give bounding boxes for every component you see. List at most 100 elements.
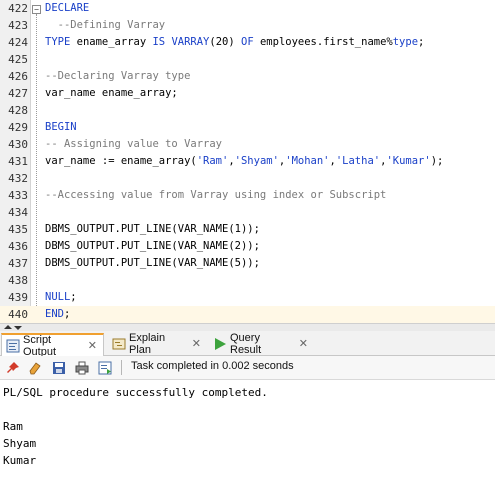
code-line[interactable]: 440 END; <box>0 306 495 323</box>
line-number: 425 <box>8 53 28 66</box>
code-line[interactable]: 438 <box>0 272 495 289</box>
output-line: Shyam <box>3 437 37 450</box>
string-token: 'Kumar' <box>386 155 431 167</box>
keyword-token: END <box>45 308 64 320</box>
code-line[interactable]: 428 <box>0 102 495 119</box>
line-number: 436 <box>8 240 28 253</box>
tab-explain-plan[interactable]: Explain Plan ✕ <box>108 331 207 356</box>
keyword-token: NULL <box>45 291 71 303</box>
line-number: 440 <box>8 308 28 321</box>
code-line[interactable]: 425 <box>0 51 495 68</box>
string-token: 'Latha' <box>335 155 381 167</box>
line-number: 435 <box>8 223 28 236</box>
keyword-token: BEGIN <box>45 121 77 133</box>
line-number: 430 <box>8 138 28 151</box>
line-number: 437 <box>8 257 28 270</box>
output-line: Kumar <box>3 454 37 467</box>
code-token: var_name ename_array; <box>45 87 178 99</box>
keyword-token: OF <box>241 36 254 48</box>
output-toolbar: Task completed in 0.002 seconds <box>0 356 495 380</box>
code-text: -- Assigning value to Varray <box>45 136 222 153</box>
tab-label: Script Output <box>23 333 57 358</box>
code-text: DBMS_OUTPUT.PUT_LINE(VAR_NAME(1)); <box>45 221 260 238</box>
keyword-token: TYPE <box>45 36 71 48</box>
line-number: 438 <box>8 274 28 287</box>
comment-token: --Declaring Varray type <box>45 70 191 82</box>
query-result-icon <box>213 337 227 351</box>
code-line[interactable]: 433 --Accessing value from Varray using i… <box>0 187 495 204</box>
comment-token: -- Assigning value to Varray <box>45 138 223 150</box>
comment-token: --Accessing value from Varray using inde… <box>45 189 387 201</box>
code-token: ; <box>63 308 71 320</box>
line-number: 434 <box>8 206 28 219</box>
code-token: var_name := ename_array( <box>45 155 197 167</box>
comment-token: --Defining Varray <box>45 19 166 31</box>
code-token: employees.first_name% <box>253 36 393 48</box>
line-number: 428 <box>8 104 28 117</box>
script-output-panel[interactable]: PL/SQL procedure successfully completed.… <box>0 380 495 489</box>
code-line[interactable]: 432 <box>0 170 495 187</box>
code-line[interactable]: 430 -- Assigning value to Varray <box>0 136 495 153</box>
expand-down-icon[interactable] <box>14 326 22 330</box>
output-line: Ram <box>3 420 23 433</box>
code-text: NULL; <box>45 289 77 306</box>
output-line: PL/SQL procedure successfully completed. <box>3 386 268 399</box>
code-line[interactable]: 431 var_name := ename_array('Ram','Shyam'… <box>0 153 495 170</box>
code-line[interactable]: 422 DECLARE <box>0 0 495 17</box>
code-token: ; <box>70 291 77 303</box>
line-number: 431 <box>8 155 28 168</box>
code-token: ); <box>430 155 444 167</box>
line-number: 429 <box>8 121 28 134</box>
print-icon[interactable] <box>75 360 89 375</box>
tab-label: Explain Plan <box>129 331 166 356</box>
keyword-token: IS VARRAY <box>152 36 210 48</box>
code-text: DBMS_OUTPUT.PUT_LINE(VAR_NAME(2)); <box>45 238 260 255</box>
code-line[interactable]: 439 NULL; <box>0 289 495 306</box>
code-line[interactable]: 435 DBMS_OUTPUT.PUT_LINE(VAR_NAME(1)); <box>0 221 495 238</box>
tab-query-result[interactable]: Query Result ✕ <box>209 332 314 356</box>
code-text: var_name := ename_array('Ram','Shyam','M… <box>45 153 443 170</box>
code-line[interactable]: 423 --Defining Varray <box>0 17 495 34</box>
code-text: --Accessing value from Varray using inde… <box>45 187 386 204</box>
code-text: BEGIN <box>45 119 77 136</box>
save-icon[interactable] <box>52 360 66 374</box>
pin-icon[interactable] <box>6 360 20 374</box>
line-number: 427 <box>8 87 28 100</box>
line-number: 439 <box>8 291 28 304</box>
keyword-token: type <box>392 36 419 48</box>
code-line[interactable]: 437 DBMS_OUTPUT.PUT_LINE(VAR_NAME(5)); <box>0 255 495 272</box>
code-line[interactable]: 434 <box>0 204 495 221</box>
toolbar-separator <box>121 360 122 375</box>
code-token: DBMS_OUTPUT.PUT_LINE(VAR_NAME(2)); <box>45 240 260 252</box>
keyword-token: DECLARE <box>45 2 90 14</box>
code-token: ; <box>418 36 425 48</box>
code-line[interactable]: 427 var_name ename_array; <box>0 85 495 102</box>
code-line[interactable]: 424 TYPE ename_array IS VARRAY(20) OF emp… <box>0 34 495 51</box>
code-text: --Defining Varray <box>45 17 165 34</box>
close-icon[interactable]: ✕ <box>299 337 308 350</box>
code-text: TYPE ename_array IS VARRAY(20) OF employ… <box>45 34 424 51</box>
tab-script-output[interactable]: Script Output ✕ <box>1 333 104 358</box>
code-token: DBMS_OUTPUT.PUT_LINE(VAR_NAME(1)); <box>45 223 260 235</box>
string-token: 'Ram' <box>196 155 229 167</box>
explain-plan-icon <box>112 337 126 351</box>
eraser-icon[interactable] <box>28 360 42 375</box>
code-line[interactable]: 436 DBMS_OUTPUT.PUT_LINE(VAR_NAME(2)); <box>0 238 495 255</box>
script-output-icon <box>6 339 20 353</box>
status-text: Task completed in 0.002 seconds <box>131 360 294 372</box>
code-line[interactable]: 426 --Declaring Varray type <box>0 68 495 85</box>
code-editor[interactable]: − 422 DECLARE 423 --Defining Varray 424 TYPE… <box>0 0 495 323</box>
export-icon[interactable] <box>98 360 112 375</box>
code-text: var_name ename_array; <box>45 85 178 102</box>
code-token: ename_array <box>70 36 153 48</box>
line-number: 432 <box>8 172 28 185</box>
code-text: DBMS_OUTPUT.PUT_LINE(VAR_NAME(5)); <box>45 255 260 272</box>
code-text: END; <box>45 306 70 323</box>
collapse-up-icon[interactable] <box>4 325 12 329</box>
close-icon[interactable]: ✕ <box>192 337 201 350</box>
code-token: DBMS_OUTPUT.PUT_LINE(VAR_NAME(5)); <box>45 257 260 269</box>
line-number: 422 <box>8 2 28 15</box>
code-line[interactable]: 429 BEGIN <box>0 119 495 136</box>
close-icon[interactable]: ✕ <box>88 339 97 352</box>
line-number: 424 <box>8 36 28 49</box>
